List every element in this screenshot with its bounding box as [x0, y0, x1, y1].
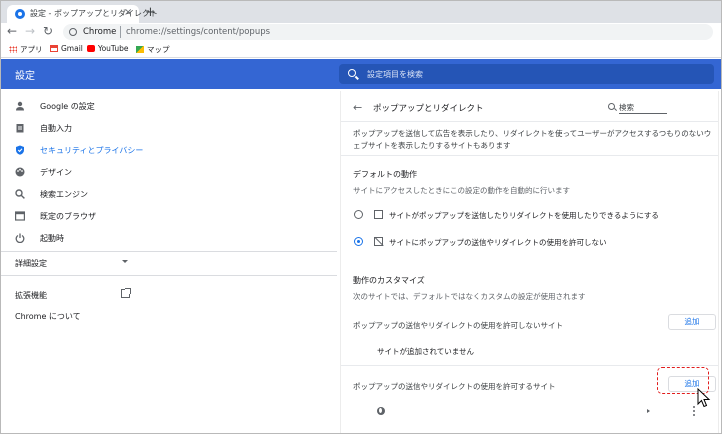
sidebar-divider [1, 275, 337, 276]
tab-settings[interactable]: 設定 - ポップアップとリダイレクト × [7, 5, 158, 23]
settings-sidebar: Google の設定 自動入力 セキュリティとプライバシー デザイン 検索エンジ… [1, 89, 337, 433]
sidebar-item-security[interactable]: セキュリティとプライバシー [1, 140, 337, 160]
sidebar-item-default-browser[interactable]: 既定のブラウザ [1, 206, 337, 226]
bookmark-label: アプリ [20, 45, 43, 54]
forward-arrow-icon[interactable]: → [25, 24, 35, 38]
reload-icon[interactable]: ↻ [43, 24, 53, 38]
omnibox-separator [120, 26, 121, 38]
bookmark-gmail[interactable]: Gmail [50, 44, 83, 53]
add-block-site-button[interactable]: 追加 [668, 314, 716, 330]
person-icon [16, 101, 24, 111]
settings-search-input[interactable]: 設定項目を検索 [339, 64, 714, 84]
sidebar-item-design[interactable]: デザイン [1, 162, 337, 182]
youtube-icon [87, 45, 95, 52]
tab-strip: 設定 - ポップアップとリダイレクト × + [1, 1, 721, 23]
palette-icon [15, 167, 25, 177]
block-list-label: ポップアップの送信やリダイレクトの使用を許可しないサイト [353, 321, 563, 330]
browser-toolbar: ← → ↻ Chrome chrome://settings/content/p… [1, 23, 721, 41]
search-icon [15, 189, 25, 199]
settings-header: 設定 設定項目を検索 [1, 59, 721, 89]
omnibox-scheme: Chrome [83, 27, 117, 37]
shield-icon [16, 145, 24, 155]
mouse-cursor-icon [697, 388, 711, 408]
sidebar-item-about[interactable]: Chrome について [15, 311, 81, 322]
customize-sub: 次のサイトでは、デフォルトではなくカスタムの設定が使用されます [353, 292, 586, 301]
address-bar[interactable]: Chrome chrome://settings/content/popups [63, 24, 713, 40]
bookmark-youtube[interactable]: YouTube [87, 44, 129, 53]
section-search-input[interactable]: 検索 [619, 102, 634, 113]
back-arrow-icon[interactable]: ← [353, 101, 362, 114]
open-external-icon[interactable] [121, 288, 131, 298]
sidebar-item-label: デザイン [40, 168, 72, 177]
popup-open-icon [374, 210, 383, 219]
sidebar-item-label: セキュリティとプライバシー [40, 146, 144, 155]
power-icon [15, 233, 25, 243]
search-placeholder: 設定項目を検索 [367, 70, 423, 79]
back-arrow-icon[interactable]: ← [7, 24, 17, 38]
chrome-scheme-icon [69, 28, 77, 36]
allow-list-label: ポップアップの送信やリダイレクトの使用を許可するサイト [353, 382, 556, 391]
radio-block[interactable] [354, 237, 363, 246]
section-title: ポップアップとリダイレクト [373, 104, 484, 114]
more-vert-icon[interactable] [693, 406, 695, 416]
sidebar-item-search-engine[interactable]: 検索エンジン [1, 184, 337, 204]
sidebar-divider [1, 251, 337, 252]
bookmark-apps[interactable]: アプリ [9, 44, 43, 55]
default-behavior-sub: サイトにアクセスしたときにこの設定の動作を自動的に行います [353, 186, 570, 195]
bookmarks-bar: アプリ Gmail YouTube マップ [1, 41, 721, 58]
sidebar-item-label: 検索エンジン [40, 190, 88, 199]
customize-heading: 動作のカスタマイズ [353, 276, 425, 285]
page-title: 設定 [15, 71, 35, 82]
bookmark-maps[interactable]: マップ [136, 44, 170, 55]
sidebar-item-label: 自動入力 [40, 124, 72, 133]
sidebar-item-autofill[interactable]: 自動入力 [1, 118, 337, 138]
apps-grid-icon [9, 46, 17, 53]
browser-icon [15, 211, 25, 221]
section-divider [341, 155, 718, 156]
bookmark-label: YouTube [98, 44, 129, 53]
gmail-icon [50, 45, 58, 52]
bookmark-label: マップ [147, 45, 170, 54]
section-search-underline [619, 113, 667, 114]
chevron-down-icon[interactable] [122, 260, 128, 263]
bookmark-label: Gmail [61, 44, 83, 53]
option-allow-label[interactable]: サイトがポップアップを送信したりリダイレクトを使用したりできるようにする [389, 210, 659, 221]
omnibox-url: chrome://settings/content/popups [126, 27, 271, 37]
section-divider [341, 121, 718, 122]
option-block-label[interactable]: サイトにポップアップの送信やリダイレクトの使用を許可しない [389, 237, 607, 248]
clipboard-icon [16, 124, 24, 133]
sidebar-item-label: 起動時 [40, 234, 64, 243]
empty-list-message: サイトが追加されていません [377, 347, 475, 356]
sidebar-item-label: Google の設定 [40, 102, 95, 111]
popup-blocked-icon [374, 237, 383, 246]
search-icon [608, 103, 615, 110]
radio-allow[interactable] [354, 210, 363, 219]
maps-icon [136, 46, 144, 53]
new-tab-button[interactable]: + [145, 5, 156, 20]
sidebar-item-label: 既定のブラウザ [40, 212, 96, 221]
close-icon[interactable]: × [124, 7, 132, 18]
section-description: ポップアップを送信して広告を表示したり、リダイレクトを使ってユーザーがアクセスす… [353, 129, 712, 150]
sidebar-item-startup[interactable]: 起動時 [1, 228, 337, 248]
settings-gear-icon [15, 9, 25, 19]
search-icon [348, 69, 356, 77]
sidebar-item-advanced[interactable]: 詳細設定 [15, 258, 47, 269]
default-behavior-heading: デフォルトの動作 [353, 170, 417, 179]
expand-arrow-icon[interactable] [647, 409, 650, 413]
sidebar-item-extensions[interactable]: 拡張機能 [15, 290, 47, 301]
sidebar-item-google[interactable]: Google の設定 [1, 96, 337, 116]
tab-title: 設定 - ポップアップとリダイレクト [30, 9, 158, 18]
globe-icon [377, 407, 385, 415]
section-divider [341, 365, 718, 366]
